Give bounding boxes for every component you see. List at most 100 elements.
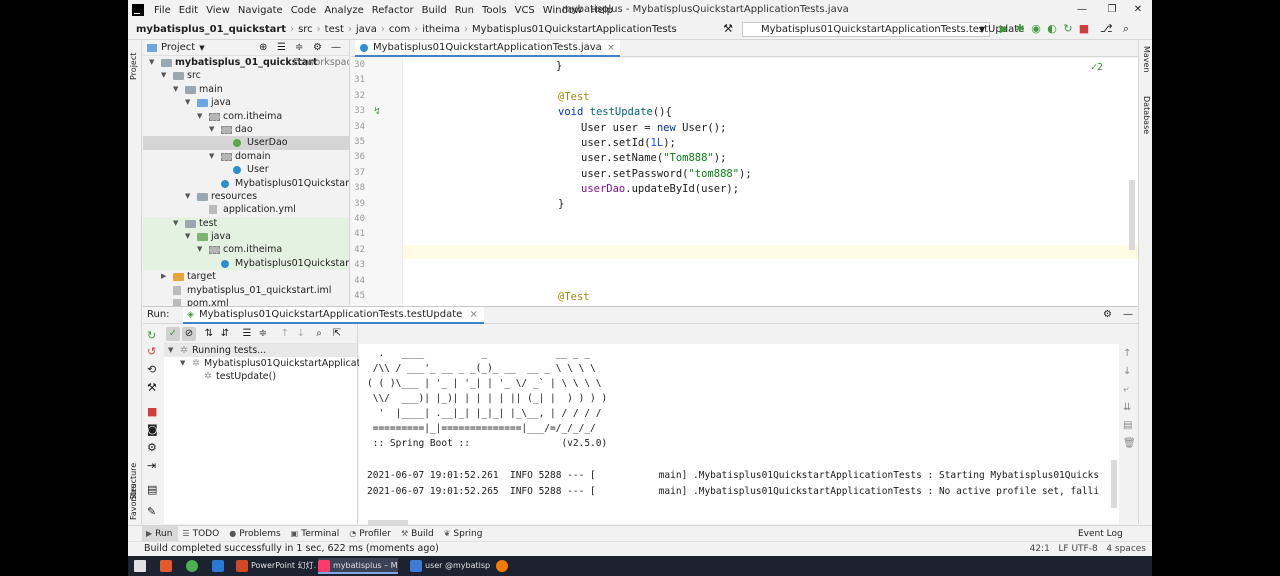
run-test-gutter-icon[interactable]: ↯ (374, 106, 380, 117)
tool-tab-profiler[interactable]: ◔ Profiler (345, 526, 397, 542)
toggle-auto-test-icon[interactable]: ⟲ (147, 364, 156, 376)
line-ending-encoding[interactable]: LF UTF-8 (1058, 544, 1097, 554)
chevron-down-icon[interactable]: ▼ (173, 83, 178, 96)
taskbar-item[interactable]: mybatisplus – My... (318, 558, 398, 574)
project-tree-item[interactable]: ▼ dao (143, 123, 349, 136)
print-icon[interactable]: ▤ (147, 484, 157, 496)
collapse-all-icon[interactable]: ≑ (295, 42, 303, 53)
scroll-down-icon[interactable]: ↓ (1123, 366, 1131, 377)
chevron-right-icon[interactable]: ▶ (161, 270, 166, 283)
event-log-button[interactable]: Event Log (1078, 527, 1123, 541)
breadcrumb-test[interactable]: test (325, 24, 348, 35)
tool-tab-run[interactable]: ▶ Run (142, 525, 179, 542)
minimize-button[interactable]: — (1070, 2, 1094, 18)
caret-position[interactable]: 42:1 (1030, 544, 1050, 554)
project-tree-item[interactable]: application.yml (143, 203, 349, 216)
rerun-failed-icon[interactable]: ↺ (147, 346, 156, 358)
debug-icon[interactable]: ✱ (1014, 23, 1026, 35)
print-icon[interactable]: ▤ (1123, 420, 1132, 431)
tool-tab-problems[interactable]: ● Problems (225, 526, 286, 542)
project-tree-item[interactable]: Mybatisplus01QuickstartAppl (143, 256, 349, 271)
tool-tab-build[interactable]: ⚒ Build (397, 526, 440, 542)
chevron-down-icon[interactable]: ▼ (185, 96, 190, 109)
taskbar-item[interactable]: PowerPoint 幻灯... (236, 558, 316, 574)
stop-icon[interactable]: ■ (1078, 23, 1090, 35)
project-tree-item[interactable]: ▼ com.itheima (143, 243, 349, 257)
menu-vcs[interactable]: VCS (511, 5, 539, 16)
camera-icon[interactable]: ◙ (147, 424, 158, 436)
exit-icon[interactable]: ⇥ (147, 460, 156, 472)
indent-setting[interactable]: 4 spaces (1106, 544, 1146, 554)
stop-icon[interactable]: ■ (147, 406, 157, 418)
menu-file[interactable]: File (150, 5, 175, 16)
chevron-down-icon[interactable]: ▼ (161, 69, 166, 82)
rerun-icon[interactable]: ↻ (147, 330, 156, 342)
chevron-down-icon[interactable]: ▼ (197, 110, 202, 123)
test-tree-item[interactable]: ▼ ✲ Mybatisplus01QuickstartApplicationTe (164, 357, 385, 370)
chevron-down-icon[interactable]: ▼ (149, 56, 154, 69)
project-tree-item[interactable]: ▼ com.itheima (143, 110, 349, 123)
trash-icon[interactable]: 🗑 (1123, 438, 1136, 449)
project-tree-item[interactable]: UserDao (143, 136, 349, 150)
run-config-selector[interactable]: Mybatisplus01QuickstartApplicationTests.… (742, 22, 1024, 37)
pin-icon[interactable]: ✎ (147, 506, 156, 518)
project-tree-item[interactable]: Mybatisplus01QuickstartAppl (143, 177, 349, 190)
chevron-down-icon[interactable]: ▼ (185, 190, 190, 203)
chrome-icon[interactable] (186, 558, 201, 574)
prev-failed-icon[interactable]: ↑ (278, 327, 292, 341)
menu-run[interactable]: Run (451, 5, 478, 16)
database-tool-label[interactable]: Database (1142, 96, 1151, 134)
project-tree-item[interactable]: pom.xml (143, 297, 349, 306)
project-tree-item[interactable]: ▶ target (143, 270, 349, 283)
project-tree-item[interactable]: mybatisplus_01_quickstart.iml (143, 284, 349, 297)
chevron-down-icon[interactable]: ▼ (209, 123, 214, 136)
hide-icon[interactable]: — (1123, 307, 1133, 323)
chevron-down-icon[interactable]: ▼ (197, 243, 202, 256)
breadcrumb-com[interactable]: com (389, 24, 414, 35)
scroll-up-icon[interactable]: ↑ (1123, 348, 1131, 359)
sort-duration-icon[interactable]: ⇵ (218, 327, 232, 341)
settings-icon[interactable]: ⚙ (147, 442, 157, 454)
soft-wrap-icon[interactable]: ⤶ (1123, 384, 1129, 395)
show-ignored-icon[interactable]: ⊘ (182, 327, 196, 341)
project-tree-item[interactable]: User (143, 163, 349, 176)
profile-icon[interactable]: ◐ (1046, 23, 1058, 35)
chevron-down-icon[interactable]: ▼ (180, 357, 185, 370)
project-tool-label[interactable]: Project (129, 53, 138, 80)
editor-scrollbar[interactable] (1129, 180, 1135, 250)
project-tree-item[interactable]: ▼ resources (143, 190, 349, 203)
menu-build[interactable]: Build (418, 5, 451, 16)
run-tab[interactable]: ◈ Mybatisplus01QuickstartApplicationTest… (183, 307, 484, 324)
breadcrumb-project[interactable]: mybatisplus_01_quickstart (136, 24, 290, 35)
menu-navigate[interactable]: Navigate (234, 5, 287, 16)
breadcrumb-class[interactable]: Mybatisplus01QuickstartApplicationTests (472, 24, 681, 35)
editor-tab-tests[interactable]: Mybatisplus01QuickstartApplicationTests.… (355, 40, 620, 57)
taskbar-item[interactable]: user @mybatispl... (410, 558, 490, 574)
scroll-to-end-icon[interactable]: ⇊ (1123, 402, 1131, 413)
gear-icon[interactable]: ⚙ (313, 42, 322, 53)
wrench-icon[interactable]: ⚒ (147, 382, 157, 394)
menu-view[interactable]: View (202, 5, 234, 16)
console-output[interactable]: . ____ _ __ _ _ /\\ / ___'_ __ _ _(_)_ _… (359, 344, 1119, 524)
tool-tab-spring[interactable]: ❦ Spring (440, 526, 489, 542)
rerun-icon[interactable]: ↻ (1062, 23, 1074, 35)
show-passed-icon[interactable]: ✓ (166, 327, 180, 341)
vcs-icon[interactable]: ⎇ (1100, 23, 1113, 35)
next-failed-icon[interactable]: ↓ (294, 327, 308, 341)
inspection-widget[interactable]: ✓2 (1091, 62, 1103, 73)
app-icon-orange[interactable] (496, 558, 511, 574)
close-tab-icon[interactable]: × (607, 40, 615, 56)
export-icon[interactable]: ⇱ (330, 327, 344, 341)
breadcrumb-src[interactable]: src (298, 24, 317, 35)
menu-edit[interactable]: Edit (175, 5, 202, 16)
project-tree-item[interactable]: ▼mybatisplus_01_quickstartD:\workspace\ (143, 56, 349, 69)
gear-icon[interactable]: ⚙ (1103, 307, 1112, 323)
maximize-button[interactable]: ❐ (1100, 2, 1124, 18)
status-message[interactable]: Build completed successfully in 1 sec, 6… (144, 543, 439, 554)
chevron-down-icon[interactable]: ▼ (209, 150, 214, 163)
menu-analyze[interactable]: Analyze (320, 5, 367, 16)
hide-icon[interactable]: — (331, 42, 341, 53)
breadcrumb-java[interactable]: java (356, 24, 381, 35)
menu-code[interactable]: Code (287, 5, 321, 16)
close-tab-icon[interactable]: × (469, 309, 477, 320)
